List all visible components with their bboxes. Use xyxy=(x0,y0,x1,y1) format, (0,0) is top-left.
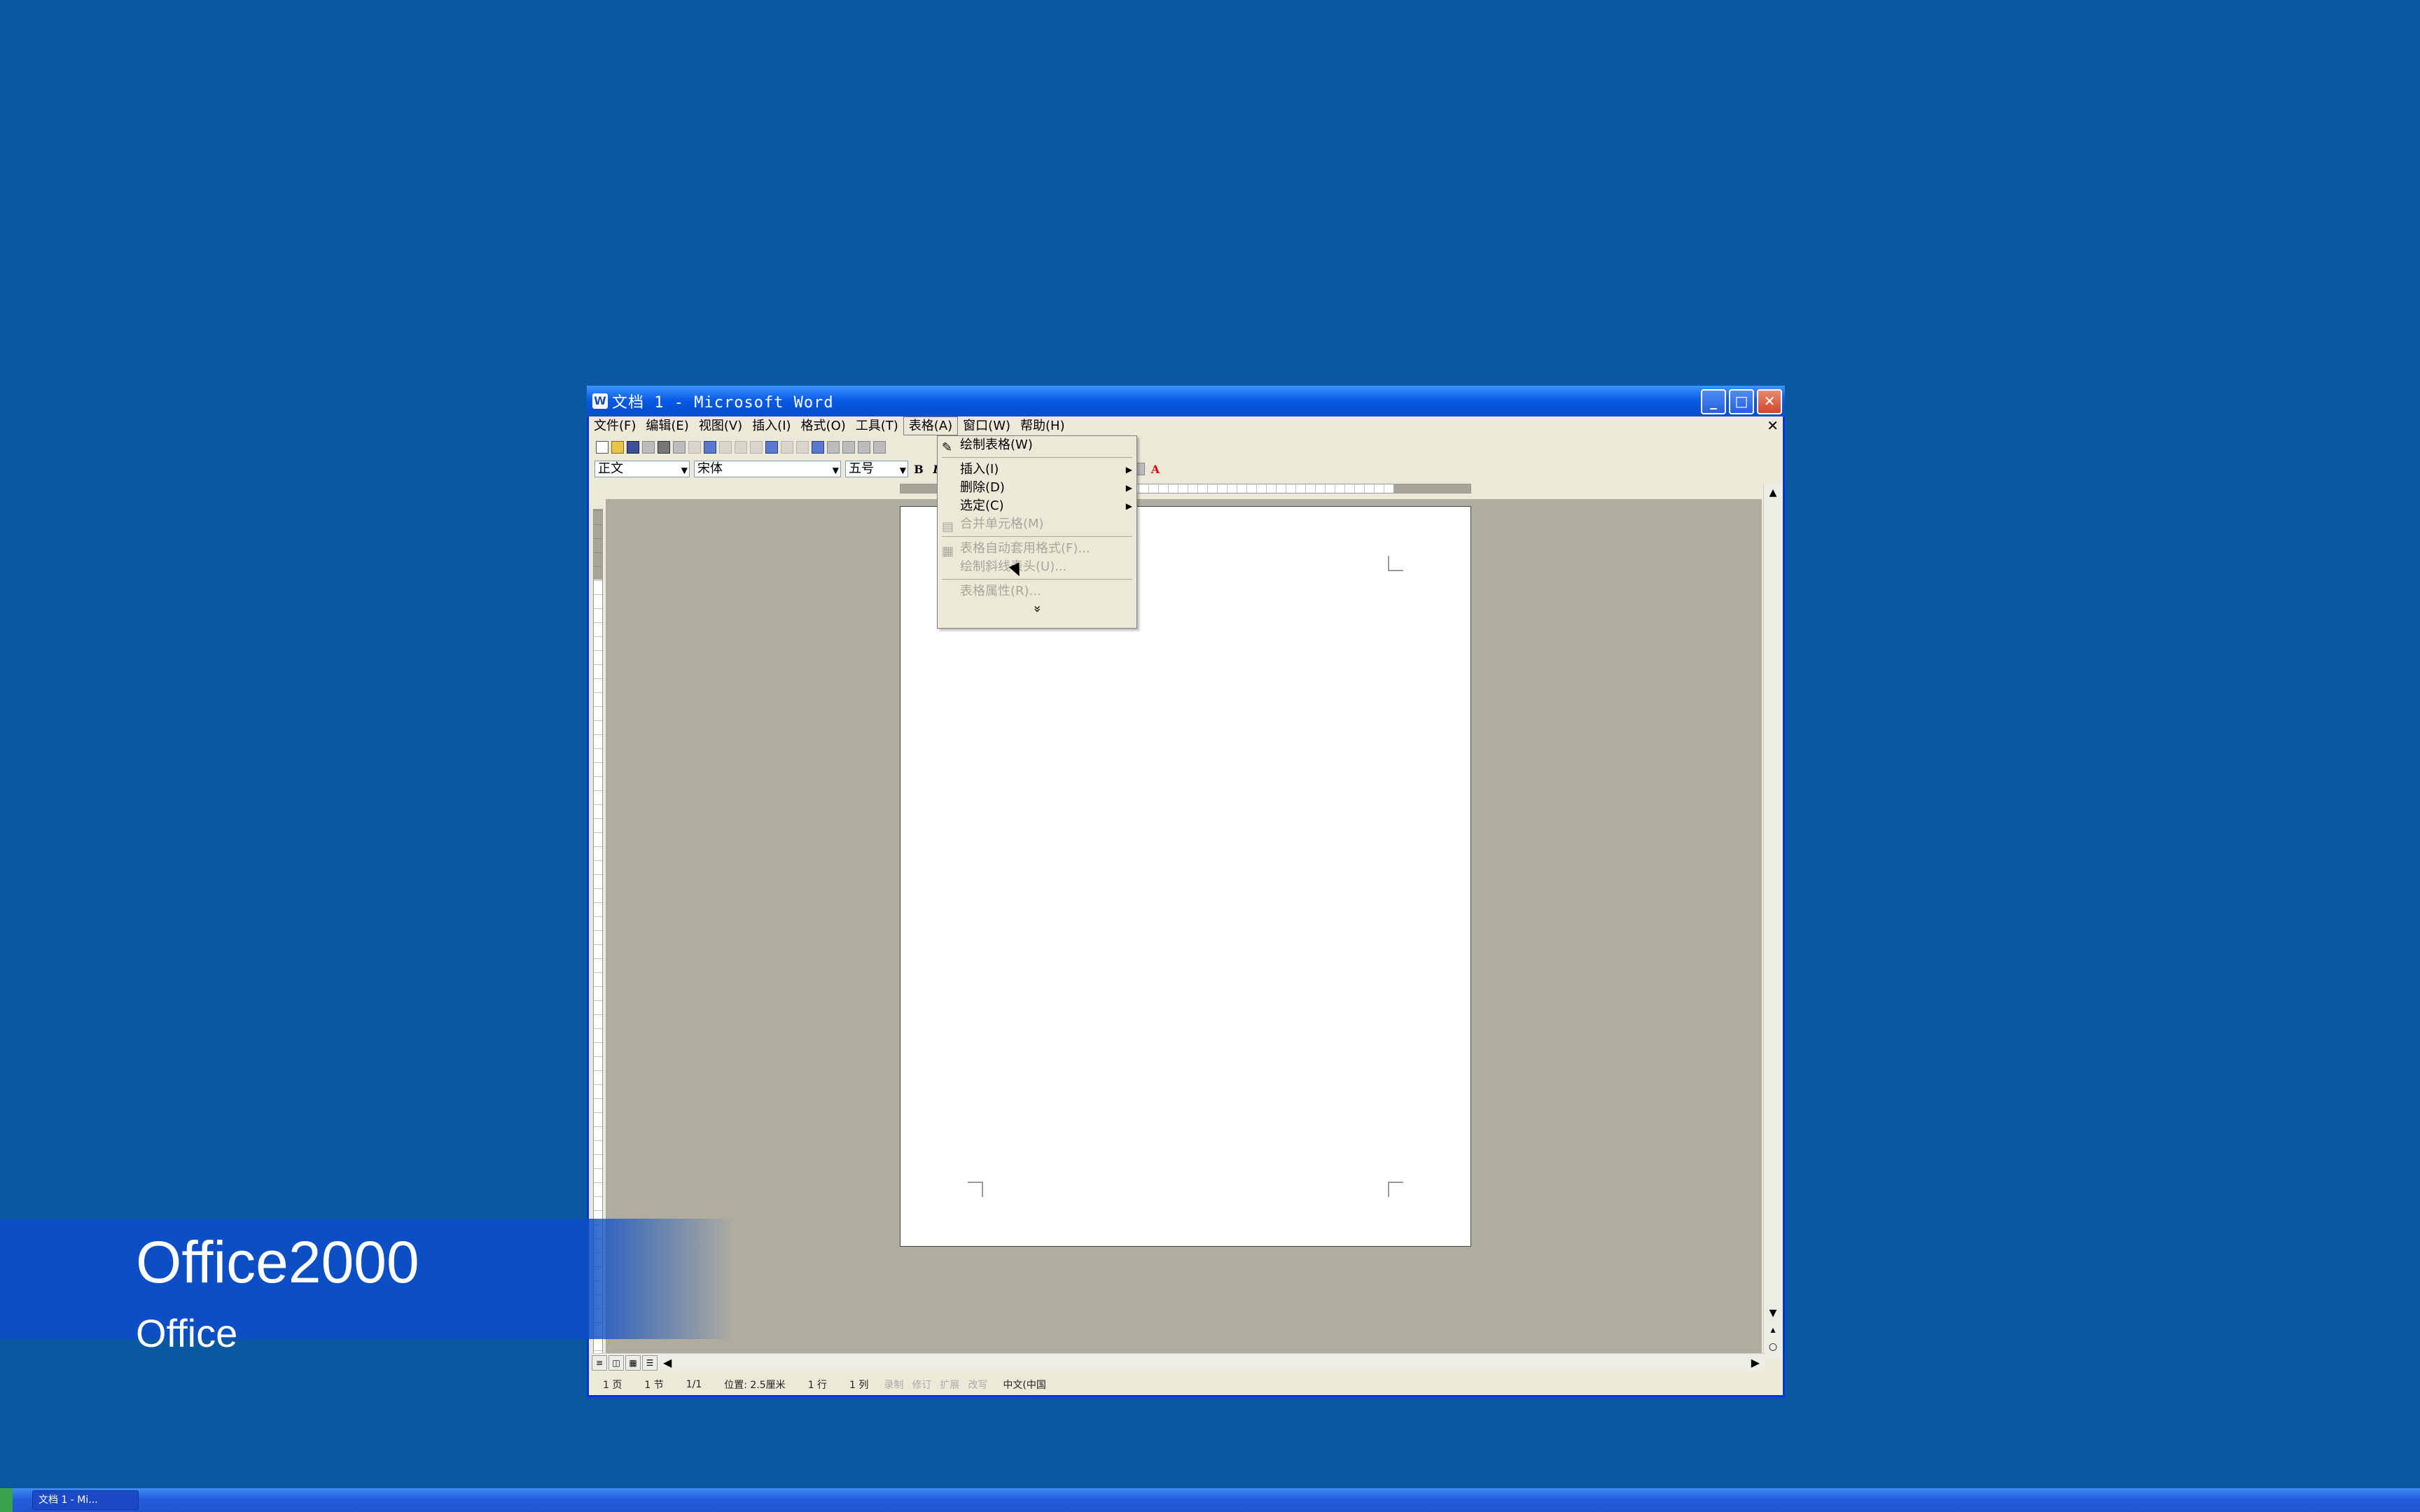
font-select[interactable]: 宋体 ▼ xyxy=(694,461,841,477)
hyperlink-icon[interactable] xyxy=(812,441,824,454)
document-close-button[interactable]: ✕ xyxy=(1767,416,1779,435)
menu-table[interactable]: 表格(A) xyxy=(903,416,959,435)
status-column: 1 列 xyxy=(849,1380,869,1391)
normal-view-icon[interactable]: ≡ xyxy=(592,1354,607,1371)
chevron-down-icon: ▼ xyxy=(899,465,906,475)
menu-help[interactable]: 帮助(H) xyxy=(1015,416,1070,435)
formatting-toolbar: 正文 ▼ 宋体 ▼ 五号 ▼ B I A xyxy=(592,458,1775,479)
maximize-button[interactable]: □ xyxy=(1729,389,1754,414)
redo-icon[interactable] xyxy=(796,441,809,454)
size-value: 五号 xyxy=(849,461,874,476)
taskbar-word-button[interactable]: 文档 1 - Mi... xyxy=(32,1490,139,1510)
table-dropdown-menu: ✎ 绘制表格(W) 插入(I) ▶ 删除(D) ▶ 选定(C) ▶ ▤ 合并单元… xyxy=(937,435,1137,629)
bold-button[interactable]: B xyxy=(912,463,925,476)
save-icon[interactable] xyxy=(627,441,639,454)
status-bar: 1 页 1 节 1/1 位置: 2.5厘米 1 行 1 列 录制 修订 扩展 改… xyxy=(592,1376,1779,1394)
print-view-icon[interactable]: ▦ xyxy=(625,1354,641,1371)
menu-file[interactable]: 文件(F) xyxy=(589,416,641,435)
expand-menu-chevron-icon[interactable]: » xyxy=(1029,510,1045,708)
style-value: 正文 xyxy=(598,461,623,476)
copy-icon[interactable] xyxy=(735,441,747,454)
scroll-down-icon[interactable]: ▼ xyxy=(1765,1306,1781,1321)
caption-subtitle: Office xyxy=(136,1311,238,1355)
minimize-button[interactable]: _ xyxy=(1701,389,1726,414)
status-position: 位置: 2.5厘米 xyxy=(724,1380,786,1391)
margin-corner-mark xyxy=(968,1182,983,1197)
document-area[interactable] xyxy=(606,499,1762,1359)
size-select[interactable]: 五号 ▼ xyxy=(845,461,908,477)
status-trk[interactable]: 修订 xyxy=(908,1378,936,1392)
font-value: 宋体 xyxy=(697,461,723,476)
pencil-icon: ✎ xyxy=(942,440,953,455)
merge-icon: ▤ xyxy=(942,519,954,534)
font-color-icon[interactable]: A xyxy=(1149,463,1162,476)
submenu-arrow-icon: ▶ xyxy=(1125,465,1132,475)
tables-borders-icon[interactable] xyxy=(827,441,840,454)
word-window: W 文档 1 - Microsoft Word _ □ ✕ 文件(F) 编辑(E… xyxy=(587,386,1785,1397)
scroll-right-icon[interactable]: ▶ xyxy=(1751,1356,1760,1369)
start-button[interactable] xyxy=(0,1488,13,1512)
previous-page-icon[interactable]: ▴ xyxy=(1765,1322,1781,1338)
menu-view[interactable]: 视图(V) xyxy=(694,416,747,435)
paste-icon[interactable] xyxy=(750,441,763,454)
chevron-down-icon: ▼ xyxy=(832,465,839,475)
submenu-arrow-icon: ▶ xyxy=(1125,483,1132,493)
scroll-up-icon[interactable]: ▲ xyxy=(1765,485,1781,500)
select-browse-object-icon[interactable]: ○ xyxy=(1765,1339,1781,1354)
status-page-of: 1/1 xyxy=(686,1379,702,1390)
email-icon[interactable] xyxy=(642,441,655,454)
word-icon: W xyxy=(592,393,608,409)
taskbar: 文档 1 - Mi... xyxy=(0,1488,2420,1512)
horizontal-scrollbar[interactable]: ≡ ◫ ▦ ☰ ◀ ▶ xyxy=(592,1353,1765,1371)
columns-icon[interactable] xyxy=(873,441,886,454)
margin-corner-mark xyxy=(1388,1182,1403,1197)
submenu-arrow-icon: ▶ xyxy=(1125,501,1132,511)
insert-excel-icon[interactable] xyxy=(858,441,870,454)
outline-view-icon[interactable]: ☰ xyxy=(642,1354,658,1371)
status-line: 1 行 xyxy=(807,1380,828,1391)
chevron-down-icon: ▼ xyxy=(681,465,688,475)
insert-table-icon[interactable] xyxy=(842,441,855,454)
new-document-icon[interactable] xyxy=(596,441,609,454)
status-section: 1 节 xyxy=(644,1380,664,1391)
autoformat-icon: ▦ xyxy=(942,544,954,559)
menu-insert[interactable]: 插入(I) xyxy=(747,416,795,435)
format-painter-icon[interactable] xyxy=(704,441,716,454)
cut-icon[interactable] xyxy=(719,441,732,454)
menubar: 文件(F) 编辑(E) 视图(V) 插入(I) 格式(O) 工具(T) 表格(A… xyxy=(589,416,1783,435)
status-page: 1 页 xyxy=(603,1380,623,1391)
menu-draw-table[interactable]: ✎ 绘制表格(W) xyxy=(938,436,1136,455)
status-ext[interactable]: 扩展 xyxy=(936,1378,964,1392)
open-folder-icon[interactable] xyxy=(611,441,624,454)
style-select[interactable]: 正文 ▼ xyxy=(594,461,690,477)
print-icon[interactable] xyxy=(658,441,670,454)
spelling-icon[interactable] xyxy=(688,441,701,454)
scroll-left-icon[interactable]: ◀ xyxy=(663,1356,672,1369)
caption-title: Office2000 xyxy=(136,1229,419,1295)
print-preview-icon[interactable] xyxy=(673,441,686,454)
status-language: 中文(中国 xyxy=(1003,1380,1046,1391)
menu-insert-submenu[interactable]: 插入(I) ▶ xyxy=(938,461,1136,479)
menu-separator xyxy=(942,457,1132,458)
menu-window[interactable]: 窗口(W) xyxy=(958,416,1015,435)
menu-format[interactable]: 格式(O) xyxy=(796,416,851,435)
brush-icon[interactable] xyxy=(765,441,778,454)
menu-edit[interactable]: 编辑(E) xyxy=(641,416,693,435)
margin-corner-mark xyxy=(1388,556,1403,571)
close-button[interactable]: ✕ xyxy=(1757,389,1782,414)
menu-tools[interactable]: 工具(T) xyxy=(851,416,903,435)
window-title: 文档 1 - Microsoft Word xyxy=(612,394,834,412)
title-bar[interactable]: W 文档 1 - Microsoft Word _ □ ✕ xyxy=(587,386,1785,416)
status-rec[interactable]: 录制 xyxy=(879,1378,908,1392)
undo-icon[interactable] xyxy=(781,441,793,454)
menu-delete-submenu[interactable]: 删除(D) ▶ xyxy=(938,479,1136,497)
web-view-icon[interactable]: ◫ xyxy=(609,1354,624,1371)
status-ovr[interactable]: 改写 xyxy=(964,1378,992,1392)
vertical-scrollbar[interactable]: ▲ ▼ ▴ ○ xyxy=(1763,484,1783,1359)
